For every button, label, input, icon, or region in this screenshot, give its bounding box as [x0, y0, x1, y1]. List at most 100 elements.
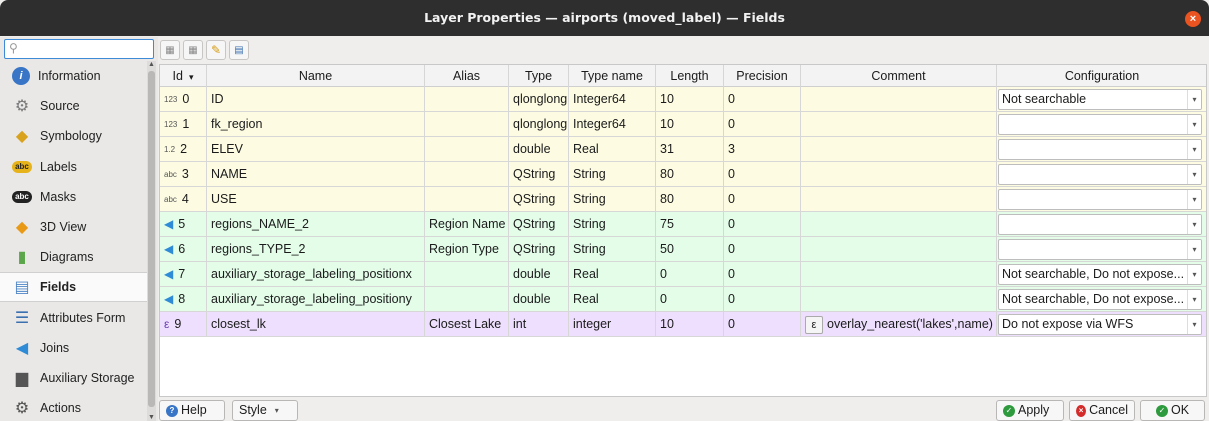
column-header-length[interactable]: Length [656, 65, 724, 87]
table-row[interactable]: ◀ 5 regions_NAME_2 Region Name QString String… [160, 212, 1206, 237]
configuration-dropdown[interactable]: ▾ [998, 239, 1202, 260]
cell-type: QString [509, 187, 569, 212]
scroll-up-icon[interactable]: ▲ [147, 61, 156, 68]
cell-comment [801, 212, 997, 237]
sidebar-item-actions[interactable]: ⚙ Actions [0, 393, 147, 421]
delete-field-button[interactable]: ▦ [183, 40, 203, 60]
scroll-thumb[interactable] [148, 71, 155, 407]
sidebar-item-source[interactable]: ⚙ Source [0, 91, 147, 121]
configuration-dropdown[interactable]: ▾ [998, 214, 1202, 235]
scroll-down-icon[interactable]: ▼ [147, 414, 156, 421]
configuration-dropdown[interactable]: ▾ [998, 139, 1202, 160]
ok-button[interactable]: ✓ OK [1140, 400, 1205, 421]
table-row[interactable]: 1.2 2 ELEV double Real 31 3 ▾ [160, 137, 1206, 162]
sidebar-item-labels[interactable]: abc Labels [0, 152, 147, 182]
source-icon: ⚙ [14, 98, 30, 116]
cell-name: regions_NAME_2 [207, 212, 425, 237]
column-header-id[interactable]: Id ▾ [160, 65, 207, 87]
cell-precision: 0 [724, 237, 801, 262]
cell-name: auxiliary_storage_labeling_positionx [207, 262, 425, 287]
toggle-editing-icon: ✎ [210, 43, 222, 57]
join-field-icon: ◀ [164, 292, 174, 306]
table-row[interactable]: abc 4 USE QString String 80 0 ▾ [160, 187, 1206, 212]
cell-id: 123 0 [160, 87, 207, 112]
cancel-button[interactable]: × Cancel [1069, 400, 1135, 421]
join-field-icon: ◀ [164, 242, 174, 256]
cell-id: abc 4 [160, 187, 207, 212]
cell-precision: 0 [724, 312, 801, 337]
cell-name: regions_TYPE_2 [207, 237, 425, 262]
sidebar-item-auxiliary-storage[interactable]: ▆ Auxiliary Storage [0, 363, 147, 393]
cell-length: 10 [656, 112, 724, 137]
cell-id: 1.2 2 [160, 137, 207, 162]
column-header-precision[interactable]: Precision [724, 65, 801, 87]
title-bar: Layer Properties — airports (moved_label… [0, 0, 1209, 36]
apply-button[interactable]: ✓ Apply [996, 400, 1064, 421]
sidebar-item-fields[interactable]: ▤ Fields [0, 272, 147, 303]
cell-precision: 3 [724, 137, 801, 162]
configuration-dropdown[interactable]: ▾ [998, 164, 1202, 185]
column-header-configuration[interactable]: Configuration [997, 65, 1206, 87]
column-header-name[interactable]: Name [207, 65, 425, 87]
new-field-button[interactable]: ▦ [160, 40, 180, 60]
configuration-dropdown[interactable]: Not searchable, Do not expose... ▾ [998, 289, 1202, 310]
table-row[interactable]: ◀ 8 auxiliary_storage_labeling_positiony do… [160, 287, 1206, 312]
check-icon: ✓ [1003, 404, 1015, 417]
table-row[interactable]: abc 3 NAME QString String 80 0 ▾ [160, 162, 1206, 187]
sort-indicator-icon: ▾ [188, 72, 194, 82]
table-row[interactable]: 123 1 fk_region qlonglong Integer64 10 0 ▾ [160, 112, 1206, 137]
sidebar-item-symbology[interactable]: ◆ Symbology [0, 121, 147, 151]
cell-comment [801, 237, 997, 262]
column-header-alias[interactable]: Alias [425, 65, 509, 87]
configuration-dropdown[interactable]: Do not expose via WFS ▾ [998, 314, 1202, 335]
sidebar-item-diagrams[interactable]: ▮ Diagrams [0, 242, 147, 272]
cell-name: ID [207, 87, 425, 112]
cell-type: double [509, 137, 569, 162]
sidebar-item-label: Symbology [40, 129, 102, 144]
configuration-dropdown[interactable]: Not searchable ▾ [998, 89, 1202, 110]
close-icon[interactable]: × [1185, 11, 1201, 27]
cell-typename: Integer64 [569, 112, 656, 137]
column-header-type[interactable]: Type [509, 65, 569, 87]
cell-type: qlonglong [509, 112, 569, 137]
table-row[interactable]: 123 0 ID qlonglong Integer64 10 0 Not searchabl… [160, 87, 1206, 112]
cell-alias [425, 162, 509, 187]
cell-alias [425, 287, 509, 312]
configuration-dropdown[interactable]: ▾ [998, 114, 1202, 135]
column-header-comment[interactable]: Comment [801, 65, 997, 87]
cell-name: ELEV [207, 137, 425, 162]
info-icon: i [12, 67, 30, 85]
cell-comment [801, 137, 997, 162]
cell-comment [801, 262, 997, 287]
configuration-dropdown[interactable]: ▾ [998, 189, 1202, 210]
table-row[interactable]: ◀ 7 auxiliary_storage_labeling_positionx do… [160, 262, 1206, 287]
toggle-editing-button[interactable]: ✎ [206, 40, 226, 60]
configuration-dropdown[interactable]: Not searchable, Do not expose... ▾ [998, 264, 1202, 285]
chevron-down-icon: ▾ [274, 406, 279, 415]
cell-precision: 0 [724, 212, 801, 237]
field-calculator-button[interactable]: ▤ [229, 40, 249, 60]
chevron-down-icon: ▾ [1187, 140, 1201, 159]
help-icon: ? [166, 404, 178, 417]
help-button[interactable]: ? Help [159, 400, 225, 421]
column-header-type-name[interactable]: Type name [569, 65, 656, 87]
sidebar-item-attributes-form[interactable]: ☰ Attributes Form [0, 303, 147, 333]
search-input[interactable]: ⚲ [4, 39, 154, 59]
sidebar-item-masks[interactable]: abc Masks [0, 182, 147, 212]
sidebar-item-joins[interactable]: ◀ Joins [0, 333, 147, 363]
cell-comment [801, 87, 997, 112]
cell-length: 0 [656, 262, 724, 287]
expression-button[interactable]: ε [805, 315, 823, 334]
cell-name: auxiliary_storage_labeling_positiony [207, 287, 425, 312]
style-button[interactable]: Style ▾ [232, 400, 298, 421]
join-field-icon: ◀ [164, 217, 174, 231]
cell-name: closest_lk [207, 312, 425, 337]
sidebar-item-3d-view[interactable]: ◆ 3D View [0, 212, 147, 242]
cell-type: int [509, 312, 569, 337]
table-row[interactable]: ε 9 closest_lk Closest Lake int integer 10 0 ε ov… [160, 312, 1206, 337]
sidebar-scrollbar[interactable]: ▲ ▼ [147, 61, 156, 421]
cell-alias [425, 262, 509, 287]
sidebar-item-information[interactable]: i Information [0, 61, 147, 91]
cell-length: 10 [656, 312, 724, 337]
table-row[interactable]: ◀ 6 regions_TYPE_2 Region Type QString String… [160, 237, 1206, 262]
